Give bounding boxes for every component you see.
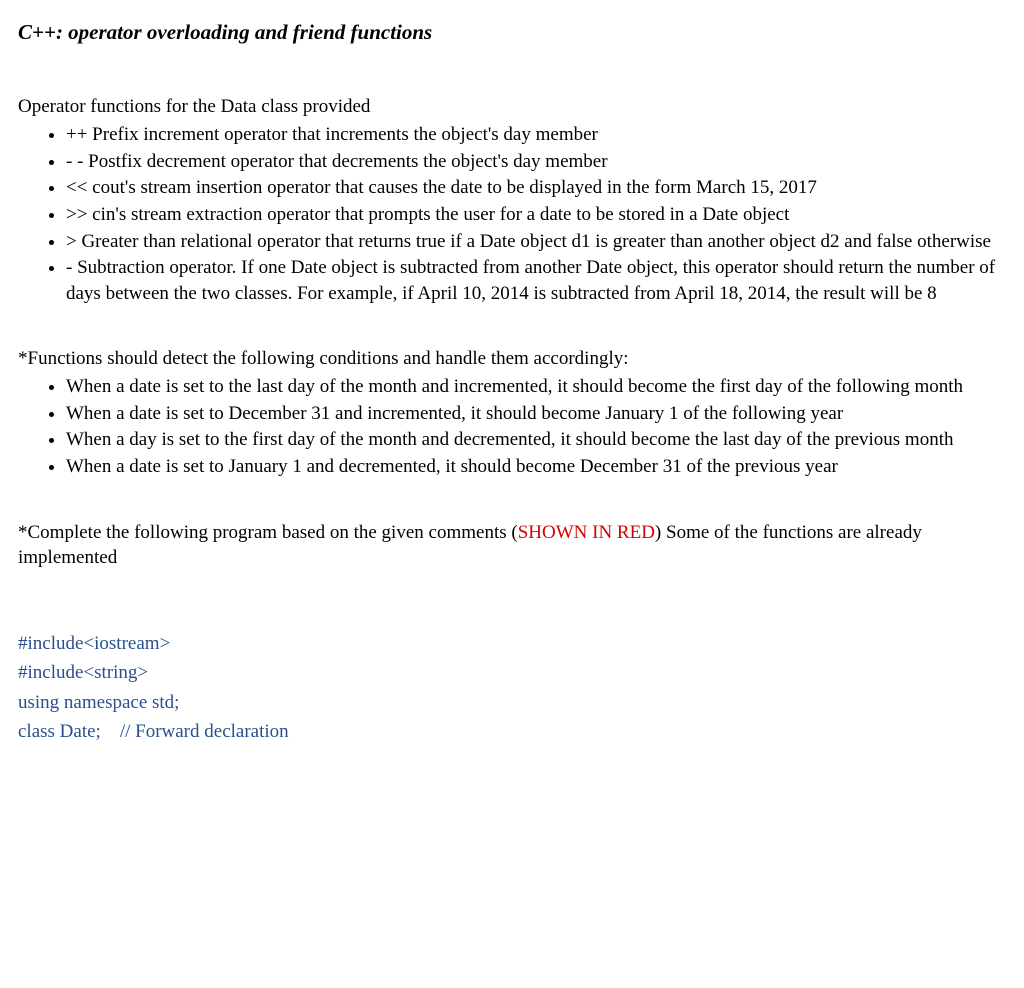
code-line: #include<string>: [18, 658, 1010, 687]
section1-list: ++ Prefix increment operator that increm…: [18, 122, 1010, 306]
section3-red: SHOWN IN RED: [518, 522, 655, 543]
code-line: using namespace std;: [18, 688, 1010, 717]
list-item: > Greater than relational operator that …: [66, 229, 1010, 255]
list-item: When a day is set to the first day of th…: [66, 427, 1010, 453]
section3-note: *Complete the following program based on…: [18, 520, 1010, 571]
code-line: #include<iostream>: [18, 629, 1010, 658]
list-item: When a date is set to the last day of th…: [66, 374, 1010, 400]
code-block: #include<iostream> #include<string> usin…: [18, 629, 1010, 747]
section2-lead: *Functions should detect the following c…: [18, 346, 1010, 372]
list-item: << cout's stream insertion operator that…: [66, 175, 1010, 201]
list-item: When a date is set to January 1 and decr…: [66, 454, 1010, 480]
list-item: - - Postfix decrement operator that decr…: [66, 149, 1010, 175]
section1-lead: Operator functions for the Data class pr…: [18, 94, 1010, 120]
list-item: - Subtraction operator. If one Date obje…: [66, 255, 1010, 306]
code-line: class Date; // Forward declaration: [18, 717, 1010, 746]
list-item: >> cin's stream extraction operator that…: [66, 202, 1010, 228]
page-title: C++: operator overloading and friend fun…: [18, 18, 1010, 46]
section2-list: When a date is set to the last day of th…: [18, 374, 1010, 480]
section3-prefix: *Complete the following program based on…: [18, 522, 518, 543]
list-item: ++ Prefix increment operator that increm…: [66, 122, 1010, 148]
list-item: When a date is set to December 31 and in…: [66, 401, 1010, 427]
